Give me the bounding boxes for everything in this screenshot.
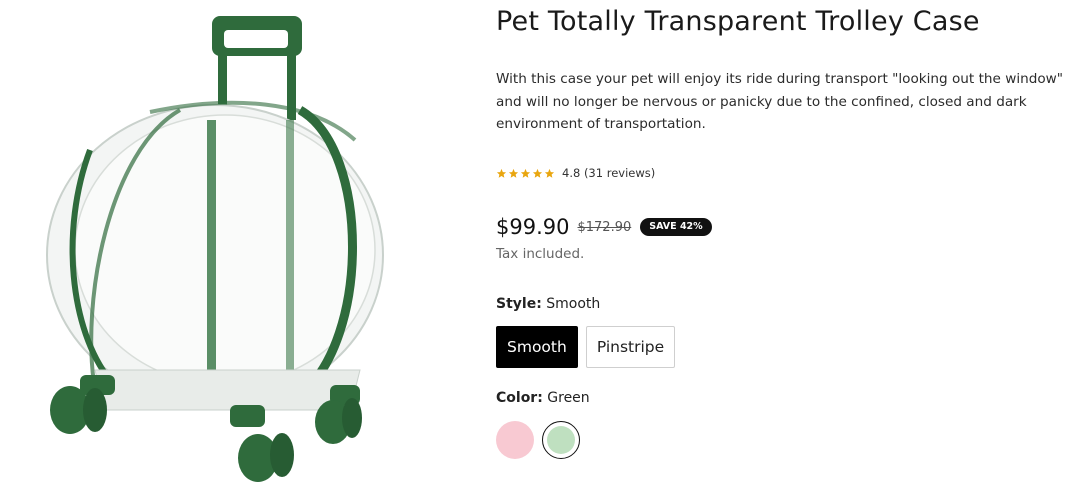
color-option-label: Color: Green — [496, 390, 590, 406]
star-icon — [532, 168, 543, 178]
swatch-fill — [547, 426, 575, 454]
star-icon — [520, 168, 531, 178]
price-row: $99.90 $172.90 SAVE 42% — [496, 215, 712, 239]
star-icon — [508, 168, 519, 178]
sale-price: $99.90 — [496, 215, 570, 239]
style-label: Style: — [496, 296, 542, 312]
product-title: Pet Totally Transparent Trolley Case — [496, 6, 980, 37]
swatch-fill — [496, 421, 534, 459]
color-swatch-green[interactable] — [542, 421, 580, 459]
style-option-label: Style: Smooth — [496, 296, 600, 312]
product-image[interactable] — [0, 0, 455, 487]
trolley-case-illustration — [46, 16, 384, 482]
color-selector — [496, 421, 580, 459]
rating[interactable]: 4.8 (31 reviews) — [496, 166, 655, 180]
color-label: Color: — [496, 390, 543, 406]
product-description: With this case your pet will enjoy its r… — [496, 71, 1064, 132]
tax-note: Tax included. — [496, 246, 585, 262]
rating-stars — [496, 168, 555, 179]
rating-text[interactable]: 4.8 (31 reviews) — [562, 166, 655, 180]
color-selected-value: Green — [547, 390, 590, 406]
save-badge: SAVE 42% — [640, 218, 712, 236]
color-swatch-pink[interactable] — [496, 421, 534, 459]
style-option-smooth[interactable]: Smooth — [496, 326, 578, 368]
style-selected-value: Smooth — [546, 296, 601, 312]
star-icon — [544, 168, 555, 178]
style-selector: Smooth Pinstripe — [496, 326, 676, 368]
star-icon — [496, 168, 507, 178]
compare-price: $172.90 — [577, 219, 632, 235]
style-option-pinstripe[interactable]: Pinstripe — [585, 326, 676, 368]
